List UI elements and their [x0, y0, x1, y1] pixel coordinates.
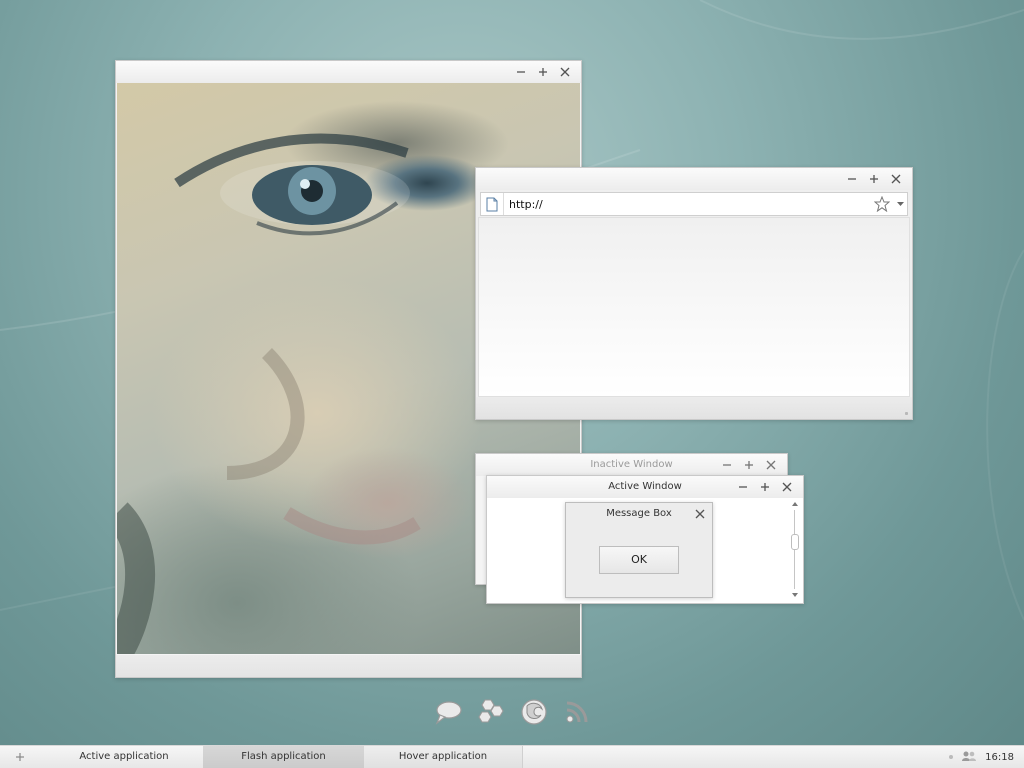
browser-statusbar [476, 397, 912, 419]
photo-window-statusbar [116, 655, 581, 677]
inactive-window-titlebar[interactable]: Inactive Window [476, 454, 787, 476]
minimize-icon[interactable] [733, 479, 753, 495]
active-window-titlebar[interactable]: Active Window [487, 476, 803, 498]
taskbar-item-hover-application[interactable]: Hover application [364, 746, 523, 768]
star-icon[interactable] [871, 196, 893, 212]
dock [433, 697, 592, 727]
firefox-icon[interactable] [519, 697, 549, 727]
close-icon[interactable] [690, 506, 710, 522]
system-tray: 16:18 [949, 746, 1014, 768]
maximize-icon[interactable] [755, 479, 775, 495]
close-icon[interactable] [761, 457, 781, 473]
address-input[interactable]: http:// [504, 198, 871, 211]
chat-icon[interactable] [433, 697, 463, 727]
scrollbar-thumb[interactable] [791, 534, 799, 550]
photo-window-titlebar[interactable] [116, 61, 581, 83]
minimize-icon[interactable] [842, 171, 862, 187]
users-icon[interactable] [961, 750, 977, 765]
maximize-icon[interactable] [864, 171, 884, 187]
dropdown-icon[interactable] [893, 202, 907, 206]
ok-button[interactable]: OK [599, 546, 679, 574]
close-icon[interactable] [777, 479, 797, 495]
browser-viewport[interactable] [478, 217, 910, 397]
maximize-icon[interactable] [533, 64, 553, 80]
close-icon[interactable] [886, 171, 906, 187]
taskbar-item-flash-application[interactable]: Flash application [203, 746, 364, 768]
taskbar: Active application Flash application Hov… [0, 745, 1024, 768]
browser-window[interactable]: http:// [475, 167, 913, 420]
hexagons-icon[interactable] [476, 697, 506, 727]
browser-titlebar[interactable] [476, 168, 912, 190]
resize-grip-icon[interactable] [905, 412, 908, 415]
minimize-icon[interactable] [511, 64, 531, 80]
plus-icon[interactable] [10, 749, 30, 765]
minimize-icon[interactable] [717, 457, 737, 473]
scroll-down-icon[interactable] [790, 591, 800, 599]
address-bar[interactable]: http:// [480, 192, 908, 216]
close-icon[interactable] [555, 64, 575, 80]
taskbar-item-active-application[interactable]: Active application [45, 746, 203, 768]
tray-indicator-icon [949, 755, 954, 759]
rss-icon[interactable] [562, 697, 592, 727]
message-box-titlebar[interactable]: Message Box [566, 503, 712, 525]
clock[interactable]: 16:18 [985, 752, 1014, 763]
page-icon [481, 193, 504, 215]
vertical-scrollbar[interactable] [790, 500, 800, 599]
message-box-dialog[interactable]: Message Box OK [565, 502, 713, 598]
maximize-icon[interactable] [739, 457, 759, 473]
scroll-up-icon[interactable] [790, 500, 800, 508]
